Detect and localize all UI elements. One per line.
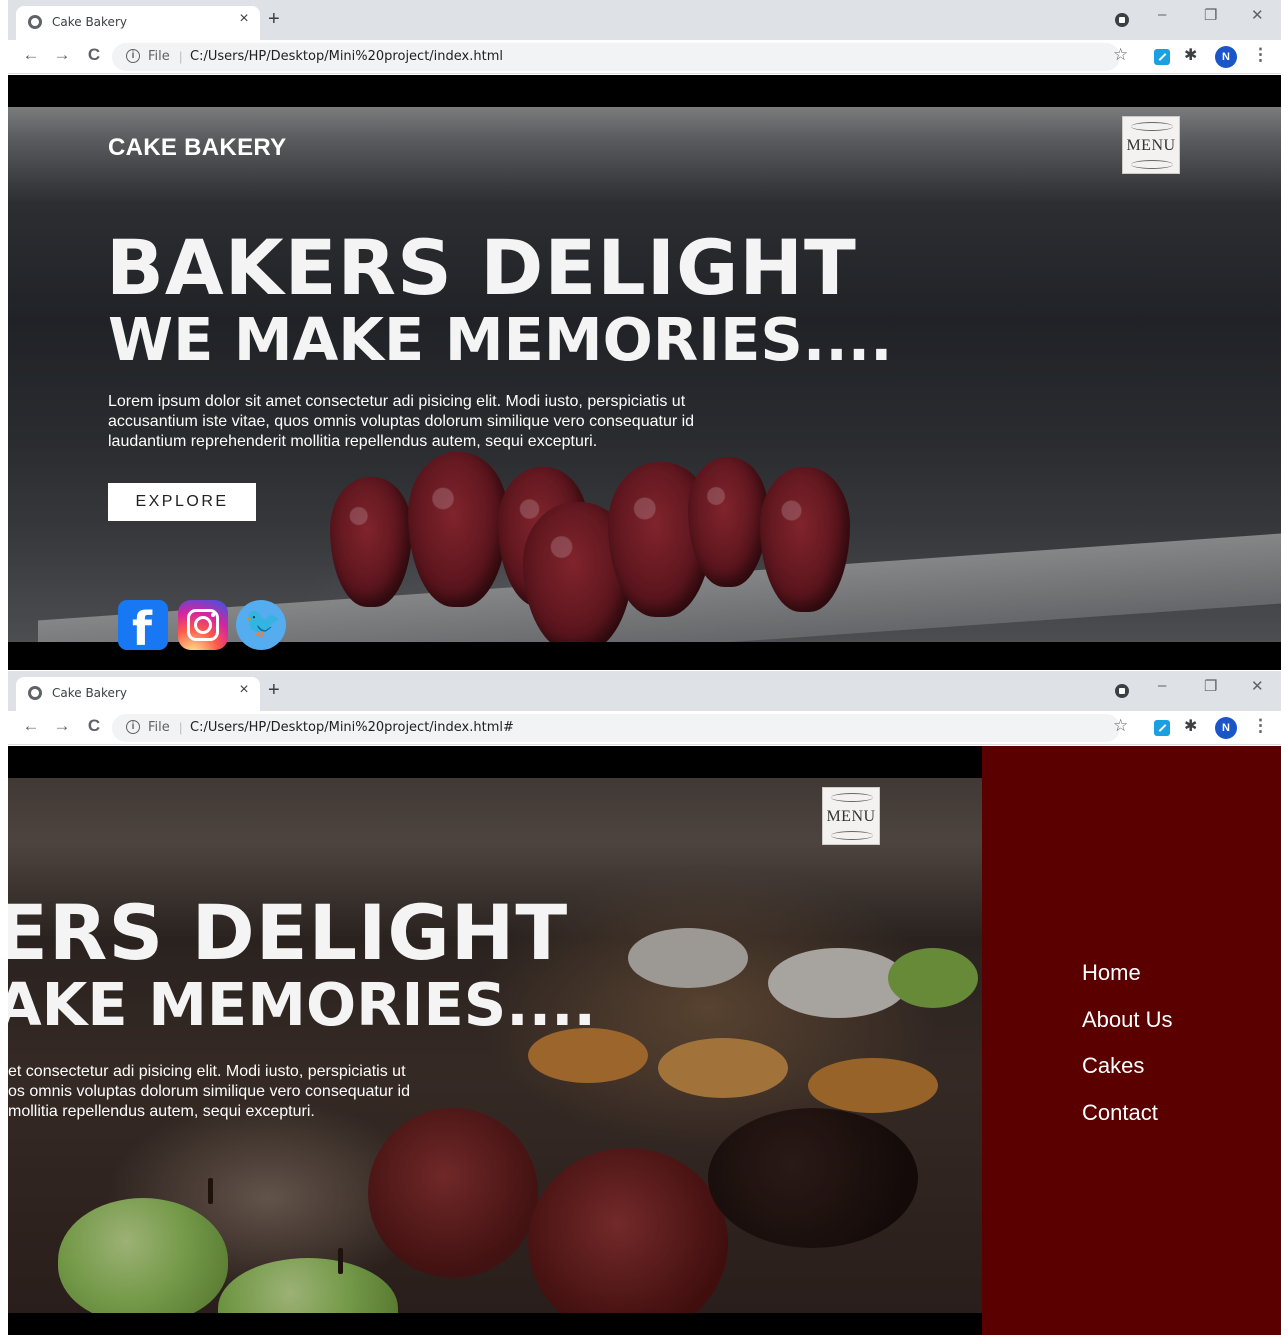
record-icon[interactable] — [1115, 13, 1129, 27]
puzzle-icon[interactable]: ✱ — [1184, 45, 1197, 65]
browser-tab[interactable]: Cake Bakery × — [16, 6, 260, 40]
hero-paragraph-line: mollitia repellendus autem, sequi except… — [8, 1103, 315, 1120]
facebook-icon[interactable]: f — [118, 600, 168, 656]
puzzle-icon[interactable]: ✱ — [1184, 716, 1197, 736]
hero-paragraph-line: accusantium iste vitae, quos omnis volup… — [108, 413, 695, 430]
browser-window-2: Cake Bakery × + – ❐ ✕ ← → C i File | C:/… — [8, 671, 1281, 1335]
restore-icon[interactable]: ❐ — [1204, 677, 1217, 695]
menu-toggle-button[interactable]: MENU — [1122, 116, 1180, 174]
close-window-icon[interactable]: ✕ — [1251, 677, 1264, 695]
twitter-icon[interactable]: 🐦 — [236, 600, 286, 650]
facebook-glyph: f — [132, 602, 153, 656]
camera-dot — [211, 613, 215, 617]
tab-bar: Cake Bakery × + – ❐ ✕ — [8, 0, 1281, 40]
hero-paragraph-line: Lorem ipsum dolor sit amet consectetur a… — [108, 393, 686, 410]
minimize-icon[interactable]: – — [1158, 6, 1166, 23]
url-text[interactable]: C:/Users/HP/Desktop/Mini%20project/index… — [190, 49, 503, 64]
nav-link-home[interactable]: Home — [1082, 960, 1141, 986]
ornament-icon — [1131, 160, 1173, 169]
hero-title: BAKERS DELIGHT — [106, 223, 857, 312]
browser-tab[interactable]: Cake Bakery × — [16, 677, 260, 711]
menu-label: MENU — [1126, 137, 1176, 154]
back-icon[interactable]: ← — [20, 716, 42, 736]
menu-toggle-button[interactable]: MENU — [822, 787, 880, 845]
forward-icon[interactable]: → — [51, 45, 73, 65]
info-icon[interactable]: i — [126, 720, 140, 734]
hero-paragraph-line: laudantium reprehenderit mollitia repell… — [108, 433, 598, 450]
nav-link-cakes[interactable]: Cakes — [1082, 1053, 1144, 1079]
page-viewport: MENU ERS DELIGHT AKE MEMORIES.... et con… — [8, 746, 1281, 1335]
restore-icon[interactable]: ❐ — [1204, 6, 1217, 24]
forward-icon[interactable]: → — [51, 716, 73, 736]
url-separator: | — [179, 49, 183, 64]
minimize-icon[interactable]: – — [1158, 677, 1166, 694]
tab-bar: Cake Bakery × + – ❐ ✕ — [8, 671, 1281, 711]
new-tab-icon[interactable]: + — [268, 8, 280, 31]
ornament-icon — [1131, 122, 1173, 131]
globe-icon — [28, 15, 42, 29]
more-menu-icon[interactable]: ⋮ — [1252, 45, 1269, 65]
hero-subtitle: AKE MEMORIES.... — [8, 970, 596, 1039]
ornament-icon — [831, 793, 873, 802]
hero-subtitle: WE MAKE MEMORIES.... — [108, 305, 893, 374]
page-viewport: CAKE BAKERY MENU BAKERS DELIGHT WE MAKE … — [8, 75, 1281, 670]
explore-button[interactable]: EXPLORE — [108, 483, 256, 521]
file-label: File — [148, 720, 170, 735]
ornament-icon — [831, 831, 873, 840]
nav-link-contact[interactable]: Contact — [1082, 1100, 1158, 1126]
side-navigation: Home About Us Cakes Contact — [982, 746, 1281, 1335]
reload-icon[interactable]: C — [83, 716, 105, 736]
hero-paragraph-line: et consectetur adi pisicing elit. Modi i… — [8, 1063, 406, 1080]
address-bar[interactable]: i File | C:/Users/HP/Desktop/Mini%20proj… — [112, 714, 1120, 742]
hero-title: ERS DELIGHT — [8, 888, 569, 977]
bookmark-star-icon[interactable]: ☆ — [1113, 716, 1128, 736]
browser-window-1: Cake Bakery × + – ❐ ✕ ← → C i File | C:/… — [8, 0, 1281, 670]
record-icon[interactable] — [1115, 684, 1129, 698]
camera-lens — [194, 616, 212, 634]
address-bar[interactable]: i File | C:/Users/HP/Desktop/Mini%20proj… — [112, 43, 1120, 71]
menu-label: MENU — [826, 808, 876, 825]
twitter-glyph: 🐦 — [244, 607, 282, 640]
browser-toolbar: ← → C i File | C:/Users/HP/Desktop/Mini%… — [8, 711, 1281, 745]
url-separator: | — [179, 720, 183, 735]
tab-close-icon[interactable]: × — [234, 681, 254, 699]
close-window-icon[interactable]: ✕ — [1251, 6, 1264, 24]
nav-link-about-us[interactable]: About Us — [1082, 1007, 1173, 1033]
instagram-icon[interactable] — [178, 600, 228, 650]
tab-close-icon[interactable]: × — [234, 10, 254, 28]
globe-icon — [28, 686, 42, 700]
new-tab-icon[interactable]: + — [268, 679, 280, 702]
video-overlay — [8, 107, 1281, 642]
hero-video — [8, 107, 1281, 642]
profile-avatar[interactable]: N — [1215, 717, 1237, 739]
hero-paragraph-line: os omnis voluptas dolorum similique vero… — [8, 1083, 410, 1100]
browser-toolbar: ← → C i File | C:/Users/HP/Desktop/Mini%… — [8, 40, 1281, 74]
tab-title: Cake Bakery — [52, 686, 127, 700]
more-menu-icon[interactable]: ⋮ — [1252, 716, 1269, 736]
tab-title: Cake Bakery — [52, 15, 127, 29]
file-label: File — [148, 49, 170, 64]
reload-icon[interactable]: C — [83, 45, 105, 65]
back-icon[interactable]: ← — [20, 45, 42, 65]
video-overlay — [8, 778, 982, 1313]
url-text[interactable]: C:/Users/HP/Desktop/Mini%20project/index… — [190, 720, 514, 735]
hero-video — [8, 778, 982, 1313]
extension-icon[interactable] — [1154, 720, 1170, 736]
extension-icon[interactable] — [1154, 49, 1170, 65]
brand-logo[interactable]: CAKE BAKERY — [108, 134, 286, 162]
bookmark-star-icon[interactable]: ☆ — [1113, 45, 1128, 65]
profile-avatar[interactable]: N — [1215, 46, 1237, 68]
info-icon[interactable]: i — [126, 49, 140, 63]
